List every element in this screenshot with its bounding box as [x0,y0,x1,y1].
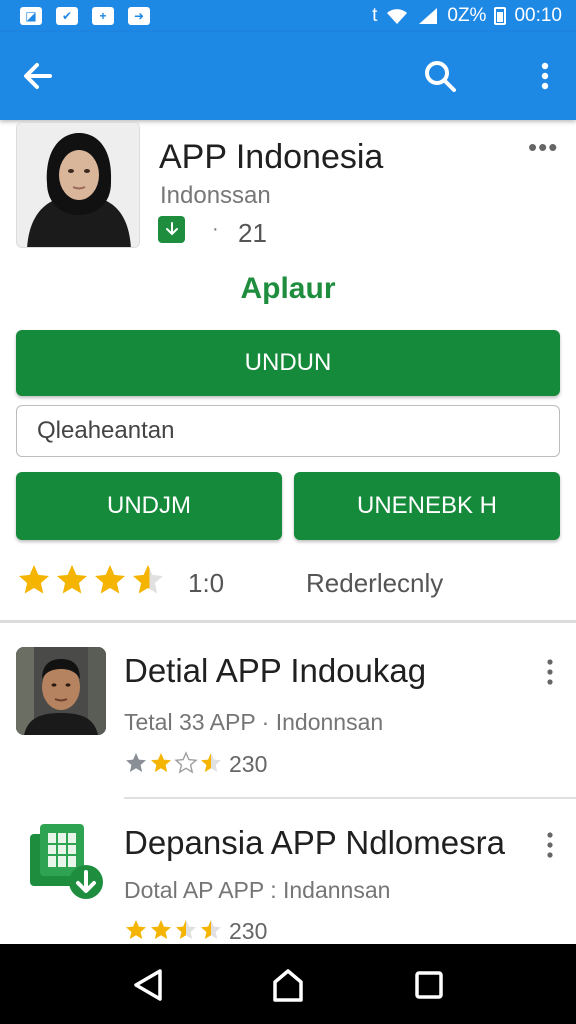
rating-stars [16,562,166,598]
header-more-icon[interactable]: ••• [528,132,558,163]
cell-signal-icon [419,8,438,24]
system-indicators: t 0Z% 00:10 [372,5,562,27]
list-item-review-count: 230 [229,751,268,777]
clock: 00:10 [514,5,562,26]
battery-icon [494,7,507,25]
star-empty-icon [174,751,198,774]
list-item-subtitle: Dotal AP APP : Indannsan [124,877,391,903]
more-vert-icon[interactable] [530,56,560,96]
star-full-icon [151,920,171,939]
download-badge-icon [158,216,185,243]
download-count: 21 [238,218,267,248]
star-full-icon [151,753,171,772]
list-item-subtitle: Tetal 33 APP · Indonnsan [124,709,384,735]
gallery-notification-icon: ◪ [20,7,42,25]
app-thumbnail[interactable] [16,122,140,248]
more-vert-icon[interactable] [540,657,560,687]
check-notification-icon: ✔ [56,7,78,25]
star-full-icon [126,920,146,939]
list-item-stars [124,918,223,942]
person-portrait-image [17,123,139,247]
install-button[interactable]: UNDUN [16,330,560,396]
separator-dot: · [212,218,219,240]
star-full-icon [95,565,125,594]
signal-label: t [372,5,378,26]
spreadsheet-download-icon[interactable] [26,820,110,904]
list-divider [124,797,576,799]
developer-name[interactable]: Indonssan [160,182,271,210]
battery-percent: 0Z% [447,5,487,26]
star-full-icon [19,565,49,594]
nav-recents-icon[interactable] [410,966,448,1004]
more-vert-icon[interactable] [540,830,560,860]
list-item-stars [124,751,223,775]
arrow-back-icon[interactable] [18,56,58,96]
nav-back-icon[interactable] [130,966,168,1004]
system-nav-bar [0,944,576,1024]
star-gray-icon [126,753,146,772]
star-half-icon [201,753,221,772]
nav-home-icon[interactable] [269,966,307,1004]
plus-notification-icon: + [92,7,114,25]
secondary-button-right[interactable]: UNENEBK H [294,472,560,540]
star-half-icon [176,920,196,939]
list-item-thumbnail[interactable] [16,647,106,735]
search-icon[interactable] [420,56,460,96]
forward-notification-icon: ➜ [128,7,150,25]
star-full-icon [57,565,87,594]
list-item-review-count: 230 [229,918,268,944]
app-bar [0,32,576,120]
wifi-icon [387,9,408,24]
app-title: APP Indonesia [159,138,384,176]
list-item-title[interactable]: Detial APP Indoukag [124,652,426,690]
star-half-icon [133,565,163,594]
star-half-icon [201,920,221,939]
section-divider [0,620,576,623]
section-label: Aplaur [240,272,336,305]
notification-icons: ◪ ✔ + ➜ [20,7,150,25]
search-field[interactable] [16,405,560,457]
secondary-button-left[interactable]: UNDJM [16,472,282,540]
status-bar: ◪ ✔ + ➜ t 0Z% 00:10 [0,0,576,32]
rating-label: Rederlecnly [306,568,444,598]
list-item-title[interactable]: Depansia APP Ndlomesra [124,824,505,862]
person-portrait-image [16,647,106,735]
rating-value: 1:0 [188,568,225,598]
